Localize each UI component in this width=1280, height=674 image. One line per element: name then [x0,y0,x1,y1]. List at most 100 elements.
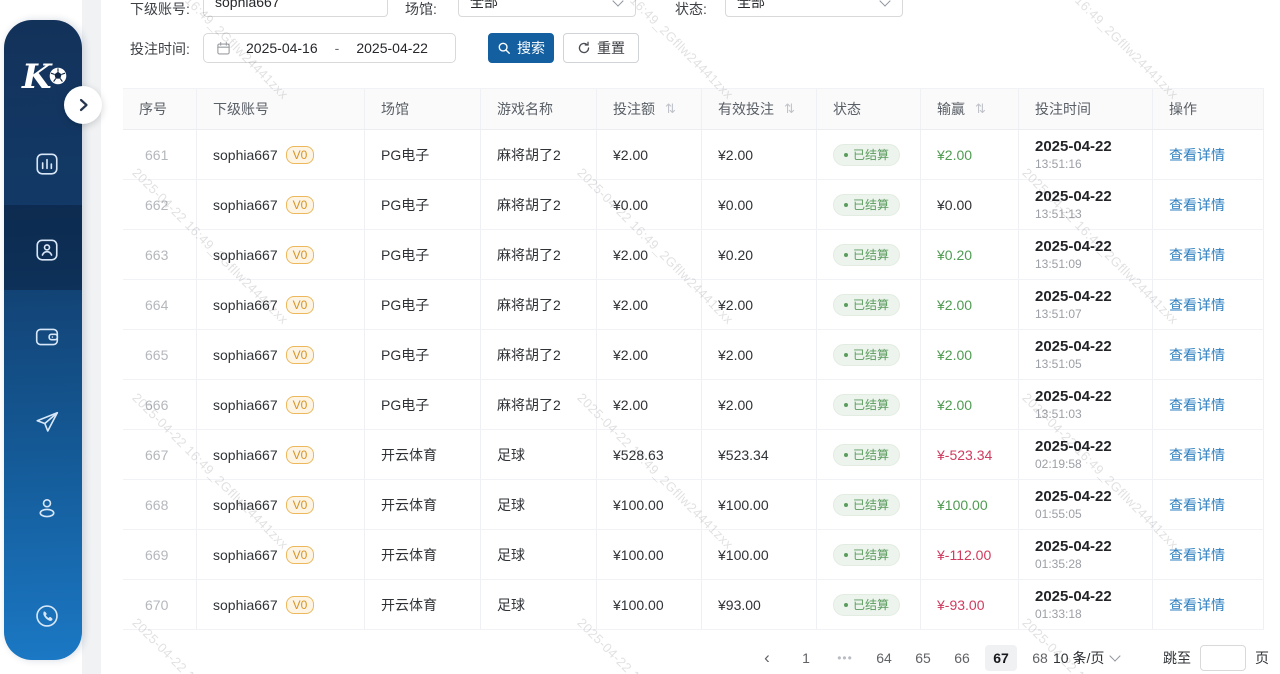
vip-level-badge: V0 [286,196,315,214]
page-button-66[interactable]: 66 [946,645,978,671]
vip-level-badge: V0 [286,496,315,514]
status-select[interactable]: 全部 [725,0,903,17]
cell-bet-amount: ¥2.00 [597,280,702,329]
cell-game: 麻将胡了2 [481,330,597,379]
account-input-value: sophia667 [204,0,280,10]
venue-value: 开云体育 [381,445,437,465]
cell-seq: 670 [123,580,197,629]
cell-bet-amount: ¥100.00 [597,480,702,529]
reset-button[interactable]: 重置 [563,33,639,63]
seq-value: 661 [145,147,168,163]
wallet-icon[interactable] [34,324,60,350]
cell-seq: 662 [123,180,197,229]
date-start[interactable]: 2025-04-16 [231,40,333,56]
sort-icon[interactable]: ⇅ [784,102,795,117]
bet-amount-value: ¥2.00 [613,297,648,313]
page-size-select[interactable]: 10 条/页 [1053,644,1119,672]
cell-action: 查看详情 [1153,380,1264,429]
bet-datetime: 2025-04-2213:51:03 [1035,388,1112,422]
status-badge: 已结算 [833,194,900,216]
user-card-icon[interactable] [34,237,60,263]
jump-page-input[interactable] [1200,645,1246,671]
game-value: 足球 [497,545,525,565]
cell-status: 已结算 [817,280,921,329]
page-unit-label: 页 [1255,648,1269,668]
view-details-link[interactable]: 查看详情 [1169,245,1225,265]
bet-datetime: 2025-04-2201:35:28 [1035,538,1112,572]
table-row: 665sophia667V0PG电子麻将胡了2¥2.00¥2.00已结算¥2.0… [123,330,1264,380]
status-badge: 已结算 [833,144,900,166]
seq-value: 665 [145,347,168,363]
cell-bet-time: 2025-04-2213:51:09 [1019,230,1153,279]
page-button-64[interactable]: 64 [868,645,900,671]
venue-select[interactable]: 全部 [458,0,636,17]
cell-account: sophia667V0 [197,430,365,479]
phone-circle-icon[interactable] [34,603,60,629]
view-details-link[interactable]: 查看详情 [1169,545,1225,565]
sort-icon[interactable]: ⇅ [665,102,676,117]
bet-time-label: 投注时间: [130,40,190,58]
bet-datetime: 2025-04-2201:33:18 [1035,588,1112,622]
game-value: 麻将胡了2 [497,345,561,365]
venue-value: 开云体育 [381,595,437,615]
bar-chart-icon[interactable] [34,151,60,177]
page-button-67[interactable]: 67 [985,645,1017,671]
column-header-7[interactable]: 输赢⇅ [921,89,1019,129]
send-icon[interactable] [34,409,60,435]
search-button[interactable]: 搜索 [488,33,554,63]
table-row: 667sophia667V0开云体育足球¥528.63¥523.34已结算¥-5… [123,430,1264,480]
account-name: sophia667 [213,347,278,363]
account-input[interactable]: sophia667 [203,0,388,17]
page-button-68[interactable]: 68 [1024,645,1056,671]
view-details-link[interactable]: 查看详情 [1169,295,1225,315]
user-icon[interactable] [34,495,60,521]
cell-game: 足球 [481,580,597,629]
cell-game: 麻将胡了2 [481,230,597,279]
jump-label: 跳至 [1163,648,1191,668]
bet-amount-value: ¥2.00 [613,397,648,413]
cell-venue: PG电子 [365,280,481,329]
cell-venue: 开云体育 [365,430,481,479]
cell-account: sophia667V0 [197,380,365,429]
valid-bet-value: ¥2.00 [718,297,753,313]
game-value: 足球 [497,495,525,515]
column-header-4[interactable]: 投注额⇅ [597,89,702,129]
page-ellipsis[interactable]: ••• [829,645,861,671]
bet-time: 13:51:07 [1035,307,1112,322]
vip-level-badge: V0 [286,596,315,614]
date-range-picker[interactable]: 2025-04-16 - 2025-04-22 [203,33,456,63]
prev-page-button[interactable]: ‹ [751,645,783,671]
view-details-link[interactable]: 查看详情 [1169,345,1225,365]
cell-venue: PG电子 [365,380,481,429]
bet-time: 13:51:09 [1035,257,1112,272]
cell-bet-amount: ¥0.00 [597,180,702,229]
status-dot-icon [844,603,848,607]
status-dot-icon [844,153,848,157]
view-details-link[interactable]: 查看详情 [1169,195,1225,215]
cell-account: sophia667V0 [197,480,365,529]
sidebar-toggle-button[interactable] [64,86,102,124]
view-details-link[interactable]: 查看详情 [1169,395,1225,415]
sort-icon[interactable]: ⇅ [975,102,986,117]
chevron-down-icon [612,0,623,7]
view-details-link[interactable]: 查看详情 [1169,495,1225,515]
reset-icon [577,41,591,55]
venue-value: PG电子 [381,245,429,265]
page-button-65[interactable]: 65 [907,645,939,671]
venue-label: 场馆: [405,0,437,18]
view-details-link[interactable]: 查看详情 [1169,445,1225,465]
view-details-link[interactable]: 查看详情 [1169,145,1225,165]
reset-button-label: 重置 [597,38,625,58]
bet-amount-value: ¥2.00 [613,247,648,263]
watermark-text: 2025-04-22 16:49_2Gfllw24441zxx [1019,0,1181,102]
table-body: 661sophia667V0PG电子麻将胡了2¥2.00¥2.00已结算¥2.0… [123,130,1264,630]
bet-date: 2025-04-22 [1035,438,1112,456]
cell-winloss: ¥2.00 [921,130,1019,179]
date-end[interactable]: 2025-04-22 [341,40,443,56]
page-button-1[interactable]: 1 [790,645,822,671]
column-header-5[interactable]: 有效投注⇅ [702,89,817,129]
view-details-link[interactable]: 查看详情 [1169,595,1225,615]
cell-valid-bet: ¥100.00 [702,530,817,579]
cell-status: 已结算 [817,380,921,429]
account-name: sophia667 [213,297,278,313]
